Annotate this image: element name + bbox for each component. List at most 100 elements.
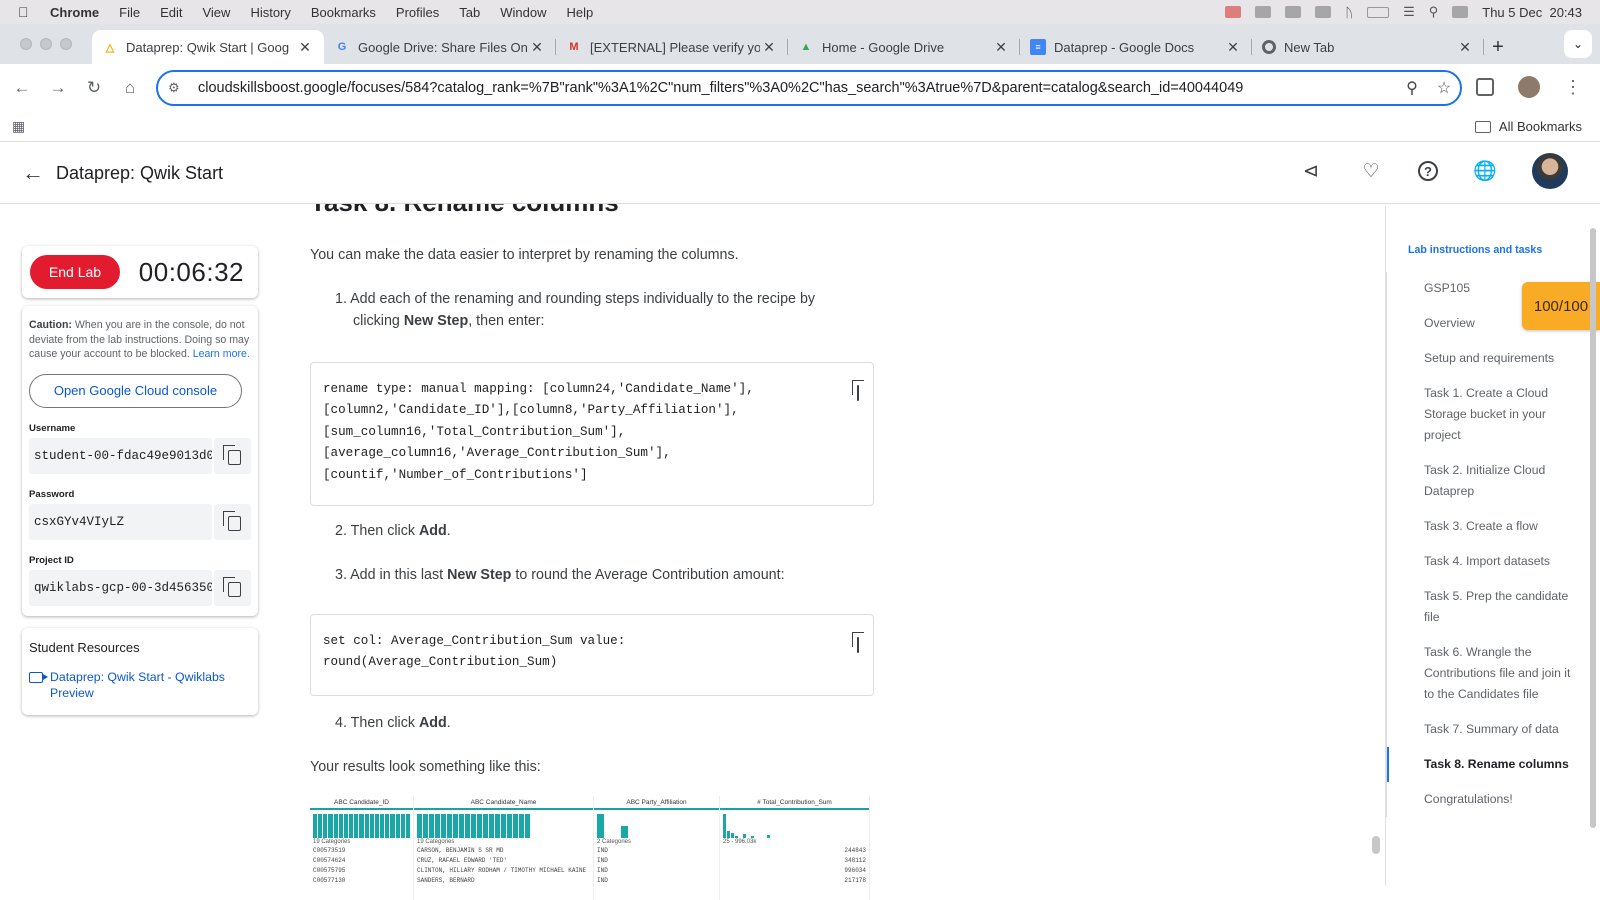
menu-history[interactable]: History [250, 5, 290, 20]
step-2-text-end: . [446, 523, 451, 539]
address-bar[interactable]: ⚙ cloudskillsboost.google/focuses/584?ca… [156, 70, 1462, 106]
menu-help[interactable]: Help [567, 5, 594, 20]
url-text[interactable]: cloudskillsboost.google/focuses/584?cata… [198, 80, 1396, 96]
copy-icon [222, 445, 241, 465]
username-field[interactable]: student-00-fdac49e9013d0 [29, 437, 212, 474]
copy-username-button[interactable] [213, 437, 251, 474]
backup-icon[interactable] [1285, 6, 1302, 18]
zoom-window-button[interactable] [60, 38, 72, 50]
menu-tab[interactable]: Tab [459, 5, 480, 20]
home-button[interactable]: ⌂ [112, 78, 148, 98]
toc-item[interactable]: Task 4. Import datasets [1387, 544, 1586, 579]
close-window-button[interactable] [20, 38, 32, 50]
menu-bookmarks[interactable]: Bookmarks [311, 5, 376, 20]
lab-timer: 00:06:32 [138, 256, 244, 287]
histogram-bar [483, 814, 488, 838]
close-tab-icon[interactable]: ✕ [1456, 39, 1474, 56]
end-lab-button[interactable]: End Lab [30, 255, 120, 289]
password-field[interactable]: csxGYv4VIyLZ [29, 503, 212, 540]
apps-grid-icon[interactable]: ▦ [12, 118, 25, 135]
browser-toolbar: ← → ↻ ⌂ ⚙ cloudskillsboost.google/focuse… [0, 64, 1600, 112]
copy-code-button[interactable] [855, 633, 859, 654]
bookmark-star-icon[interactable]: ☆ [1428, 78, 1460, 98]
back-button[interactable]: ← [4, 78, 40, 98]
close-tab-icon[interactable]: ✕ [528, 39, 546, 56]
tab-title: Dataprep: Qwik Start | Goog [126, 39, 290, 55]
close-tab-icon[interactable]: ✕ [992, 39, 1010, 56]
close-tab-icon[interactable]: ✕ [760, 39, 778, 56]
learn-more-link[interactable]: Learn more. [193, 348, 250, 360]
copy-password-button[interactable] [213, 503, 251, 540]
language-globe-icon[interactable]: 🌐 [1472, 158, 1498, 184]
open-console-button[interactable]: Open Google Cloud console [29, 373, 242, 408]
profile-avatar[interactable] [1518, 76, 1540, 98]
help-icon[interactable]: ? [1418, 161, 1438, 181]
tab-dataprep-qwik-start[interactable]: △ Dataprep: Qwik Start | Goog ✕ [92, 30, 324, 64]
heart-icon[interactable]: ♡ [1358, 158, 1384, 184]
histogram-bar [338, 814, 343, 838]
user-avatar[interactable] [1532, 153, 1568, 189]
content-scrollbar[interactable] [1372, 836, 1380, 854]
step-2-bold: Add [418, 523, 447, 539]
all-bookmarks[interactable]: All Bookmarks [1474, 119, 1582, 134]
menu-view[interactable]: View [202, 5, 230, 20]
toc-item[interactable]: Task 2. Initialize Cloud Dataprep [1387, 453, 1586, 509]
code-block-round[interactable]: set col: Average_Contribution_Sum value:… [310, 614, 874, 696]
more-menu-icon[interactable]: ⋮ [1564, 77, 1582, 98]
histogram-bar [390, 814, 395, 838]
minimize-window-button[interactable] [40, 38, 52, 50]
copy-project-id-button[interactable] [213, 569, 251, 606]
intro-paragraph: You can make the data easier to interpre… [310, 247, 739, 263]
toc-item[interactable]: Task 3. Create a flow [1387, 509, 1586, 544]
toc-item[interactable]: Task 5. Prep the candidate file [1387, 579, 1586, 635]
toc-scrollbar[interactable] [1590, 228, 1596, 828]
histogram-bar [405, 814, 410, 838]
reload-button[interactable]: ↻ [76, 78, 112, 98]
key-icon[interactable] [1315, 6, 1332, 18]
menu-profiles[interactable]: Profiles [396, 5, 439, 20]
control-center-icon[interactable] [1452, 6, 1469, 18]
apple-icon[interactable]:  [18, 4, 36, 20]
toc-item[interactable]: Task 1. Create a Cloud Storage bucket in… [1387, 376, 1586, 453]
battery-icon[interactable] [1367, 6, 1390, 18]
all-bookmarks-label: All Bookmarks [1498, 119, 1582, 134]
tab-search-button[interactable]: ⌄ [1564, 30, 1592, 58]
menu-edit[interactable]: Edit [160, 5, 182, 20]
preview-cell: C00573519 [313, 847, 346, 854]
tab-gmail-external[interactable]: M [EXTERNAL] Please verify yo ✕ [556, 30, 788, 64]
tab-dataprep-google-docs[interactable]: ≡ Dataprep - Google Docs ✕ [1020, 30, 1252, 64]
forward-button[interactable]: → [40, 78, 76, 98]
toc-item[interactable]: Task 7. Summary of data [1387, 712, 1586, 747]
tab-google-drive-share[interactable]: G Google Drive: Share Files On ✕ [324, 30, 556, 64]
menu-window[interactable]: Window [500, 5, 546, 20]
menu-chrome[interactable]: Chrome [50, 5, 99, 20]
spotlight-icon[interactable]: ⚲ [1429, 4, 1439, 20]
new-tab-button[interactable]: + [1484, 33, 1512, 61]
resource-video-link[interactable]: Dataprep: Qwik Start - Qwiklabs Preview [29, 669, 251, 701]
histogram-bar [318, 814, 323, 838]
zoom-icon[interactable]: ⚲ [1396, 78, 1428, 98]
tab-new-tab[interactable]: New Tab ✕ [1252, 30, 1484, 64]
close-tab-icon[interactable]: ✕ [1224, 39, 1242, 56]
copy-code-button[interactable] [855, 381, 859, 402]
toc-item[interactable]: Task 6. Wrangle the Contributions file a… [1387, 635, 1586, 712]
share-icon[interactable]: ⊲ [1298, 158, 1324, 184]
project-id-field[interactable]: qwiklabs-gcp-00-3d456350 [29, 569, 212, 606]
clock[interactable]: Thu 5 Dec 20:43 [1482, 5, 1582, 20]
extensions-icon[interactable] [1476, 78, 1494, 96]
histogram-bar [767, 835, 770, 838]
toc-item[interactable]: Task 8. Rename columns [1387, 747, 1586, 782]
code-block-rename[interactable]: rename type: manual mapping: [column24,'… [310, 362, 874, 506]
back-arrow-icon[interactable]: ← [22, 160, 44, 186]
site-info-icon[interactable]: ⚙ [168, 80, 190, 96]
tab-home-google-drive[interactable]: ▲ Home - Google Drive ✕ [788, 30, 1020, 64]
menu-file[interactable]: File [119, 5, 140, 20]
preview-column: # Total_Contribution_Sum 25 - 996.03k 2448… [720, 796, 870, 900]
toc-item[interactable]: Congratulations! [1387, 782, 1586, 817]
toc-item[interactable]: Setup and requirements [1387, 341, 1586, 376]
cloud-icon[interactable] [1255, 6, 1272, 18]
bluetooth-icon[interactable]: ᚢ [1345, 5, 1353, 20]
wifi-icon[interactable]: ☰ [1403, 4, 1415, 20]
close-tab-icon[interactable]: ✕ [296, 39, 314, 56]
recording-icon[interactable] [1225, 6, 1242, 18]
